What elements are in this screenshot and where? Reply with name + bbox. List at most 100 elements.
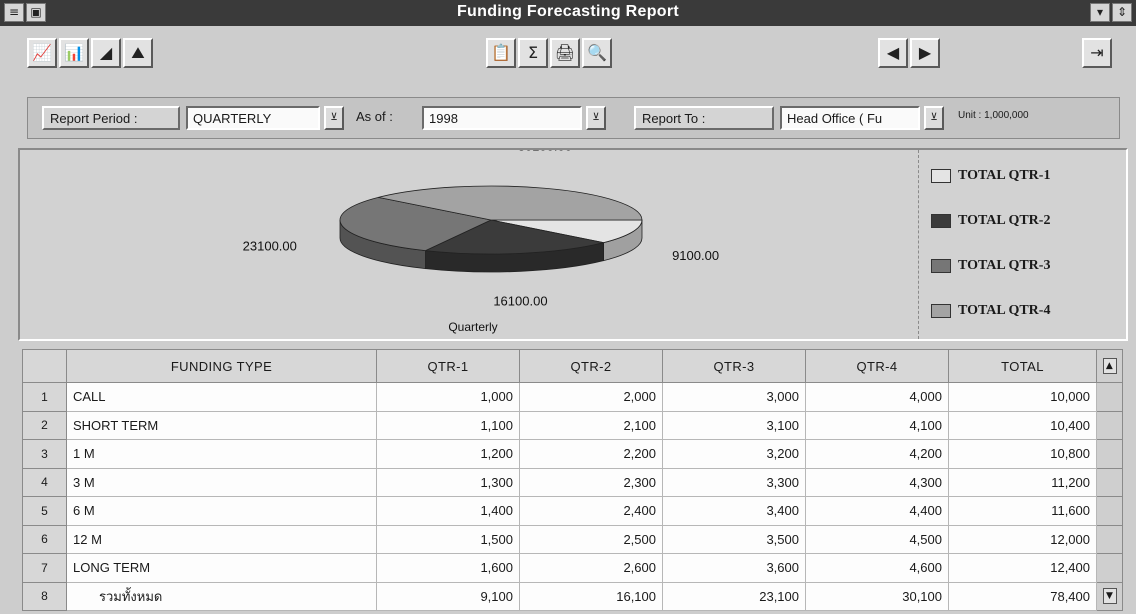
bar-chart-button[interactable]: 📊	[59, 38, 89, 68]
funding-type-cell[interactable]: 3 M	[66, 467, 377, 497]
find-button[interactable]: 🔍	[582, 38, 612, 68]
qtr-1-cell[interactable]: 1,400	[376, 496, 520, 526]
total-cell[interactable]: 10,400	[948, 410, 1097, 440]
qtr-1-cell[interactable]: 9,100	[376, 581, 520, 611]
row-number[interactable]: 7	[22, 553, 67, 583]
funding-type-cell[interactable]: 1 M	[66, 439, 377, 469]
3d-chart-button[interactable]: ◢	[91, 38, 121, 68]
scrollbar-track[interactable]	[1096, 496, 1123, 526]
report-to-field[interactable]: Head Office ( Fu	[780, 106, 920, 130]
funding-type-cell[interactable]: SHORT TERM	[66, 410, 377, 440]
qtr-1-cell[interactable]: 1,200	[376, 439, 520, 469]
qtr-1-cell[interactable]: 1,000	[376, 382, 520, 412]
qtr-4-cell[interactable]: 4,600	[805, 553, 949, 583]
scrollbar-track[interactable]	[1096, 410, 1123, 440]
funding-type-cell[interactable]: LONG TERM	[66, 553, 377, 583]
qtr-3-cell[interactable]: 3,400	[662, 496, 806, 526]
qtr-4-cell[interactable]: 4,400	[805, 496, 949, 526]
qtr-1-cell[interactable]: 1,500	[376, 524, 520, 554]
restore-icon[interactable]: ⇕	[1112, 3, 1132, 22]
qtr-2-cell[interactable]: 2,200	[519, 439, 663, 469]
scrollbar-track[interactable]	[1096, 439, 1123, 469]
table-row[interactable]: 1 CALL 1,000 2,000 3,000 4,000 10,000	[22, 382, 1123, 412]
funding-type-cell[interactable]: 6 M	[66, 496, 377, 526]
qtr-2-cell[interactable]: 2,500	[519, 524, 663, 554]
qtr-4-cell[interactable]: 4,000	[805, 382, 949, 412]
qtr-3-cell[interactable]: 3,600	[662, 553, 806, 583]
report-period-dropdown-icon[interactable]: ⊻	[324, 106, 344, 130]
print-button[interactable]: 🖨	[550, 38, 580, 68]
funding-type-cell[interactable]: 12 M	[66, 524, 377, 554]
qtr-2-cell[interactable]: 2,000	[519, 382, 663, 412]
column-header-qtr-2[interactable]: QTR-2	[519, 349, 663, 383]
formula-button[interactable]: Σ	[518, 38, 548, 68]
qtr-2-cell[interactable]: 2,400	[519, 496, 663, 526]
as-of-dropdown-icon[interactable]: ⊻	[586, 106, 606, 130]
row-number[interactable]: 4	[22, 467, 67, 497]
table-row[interactable]: 6 12 M 1,500 2,500 3,500 4,500 12,000	[22, 524, 1123, 554]
as-of-field[interactable]: 1998	[422, 106, 582, 130]
qtr-3-cell[interactable]: 3,500	[662, 524, 806, 554]
total-cell[interactable]: 12,400	[948, 553, 1097, 583]
qtr-3-cell[interactable]: 3,000	[662, 382, 806, 412]
scrollbar-track[interactable]	[1096, 382, 1123, 412]
find-icon: 🔍	[587, 43, 607, 62]
report-button[interactable]: 📋	[486, 38, 516, 68]
total-cell[interactable]: 78,400	[948, 581, 1097, 611]
qtr-3-cell[interactable]: 23,100	[662, 581, 806, 611]
table-row[interactable]: 31 M 1,200 2,200 3,200 4,200 10,800	[22, 439, 1123, 469]
total-cell[interactable]: 11,200	[948, 467, 1097, 497]
table-row[interactable]: 43 M 1,300 2,300 3,300 4,300 11,200	[22, 467, 1123, 497]
next-button[interactable]: ▶	[910, 38, 940, 68]
bar-chart-icon: 📊	[64, 43, 84, 62]
table-row[interactable]: 7 LONG TERM 1,600 2,600 3,600 4,600 12,400	[22, 553, 1123, 583]
scrollbar-track[interactable]	[1096, 553, 1123, 583]
total-cell[interactable]: 12,000	[948, 524, 1097, 554]
column-header-qtr-4[interactable]: QTR-4	[805, 349, 949, 383]
qtr-2-cell[interactable]: 2,600	[519, 553, 663, 583]
total-cell[interactable]: 10,800	[948, 439, 1097, 469]
scroll-up-button[interactable]: ▲	[1096, 349, 1123, 383]
qtr-4-cell[interactable]: 4,500	[805, 524, 949, 554]
column-header-total[interactable]: TOTAL	[948, 349, 1097, 383]
column-header-qtr-1[interactable]: QTR-1	[376, 349, 520, 383]
column-header-funding-type[interactable]: FUNDING TYPE	[66, 349, 377, 383]
qtr-4-cell[interactable]: 30,100	[805, 581, 949, 611]
qtr-1-cell[interactable]: 1,600	[376, 553, 520, 583]
row-number[interactable]: 6	[22, 524, 67, 554]
scrollbar-track[interactable]	[1096, 467, 1123, 497]
qtr-2-cell[interactable]: 2,300	[519, 467, 663, 497]
row-number[interactable]: 8	[22, 581, 67, 611]
total-cell[interactable]: 10,000	[948, 382, 1097, 412]
line-chart-button[interactable]: 📈	[27, 38, 57, 68]
table-row[interactable]: 2 SHORT TERM 1,100 2,100 3,100 4,100 10,400	[22, 410, 1123, 440]
table-row[interactable]: 8 รวมทั้งหมด 9,100 16,100 23,100 30,100 78,400…	[22, 581, 1123, 611]
funding-type-cell[interactable]: CALL	[66, 382, 377, 412]
row-number[interactable]: 2	[22, 410, 67, 440]
scroll-down-button[interactable]: ▼	[1096, 581, 1123, 611]
minimize-icon[interactable]: ▾	[1090, 3, 1110, 22]
qtr-1-cell[interactable]: 1,100	[376, 410, 520, 440]
row-number[interactable]: 3	[22, 439, 67, 469]
qtr-4-cell[interactable]: 4,200	[805, 439, 949, 469]
row-number[interactable]: 1	[22, 382, 67, 412]
report-period-field[interactable]: QUARTERLY	[186, 106, 320, 130]
funding-type-cell[interactable]: รวมทั้งหมด	[66, 581, 377, 611]
total-cell[interactable]: 11,600	[948, 496, 1097, 526]
qtr-1-cell[interactable]: 1,300	[376, 467, 520, 497]
row-number[interactable]: 5	[22, 496, 67, 526]
table-row[interactable]: 56 M 1,400 2,400 3,400 4,400 11,600	[22, 496, 1123, 526]
qtr-3-cell[interactable]: 3,100	[662, 410, 806, 440]
qtr-2-cell[interactable]: 2,100	[519, 410, 663, 440]
report-to-dropdown-icon[interactable]: ⊻	[924, 106, 944, 130]
previous-button[interactable]: ◀	[878, 38, 908, 68]
qtr-2-cell[interactable]: 16,100	[519, 581, 663, 611]
column-header-qtr-3[interactable]: QTR-3	[662, 349, 806, 383]
qtr-4-cell[interactable]: 4,100	[805, 410, 949, 440]
scrollbar-track[interactable]	[1096, 524, 1123, 554]
area-chart-button[interactable]: ⛰	[123, 38, 153, 68]
qtr-3-cell[interactable]: 3,200	[662, 439, 806, 469]
exit-button[interactable]: ⇥	[1082, 38, 1112, 68]
qtr-3-cell[interactable]: 3,300	[662, 467, 806, 497]
qtr-4-cell[interactable]: 4,300	[805, 467, 949, 497]
